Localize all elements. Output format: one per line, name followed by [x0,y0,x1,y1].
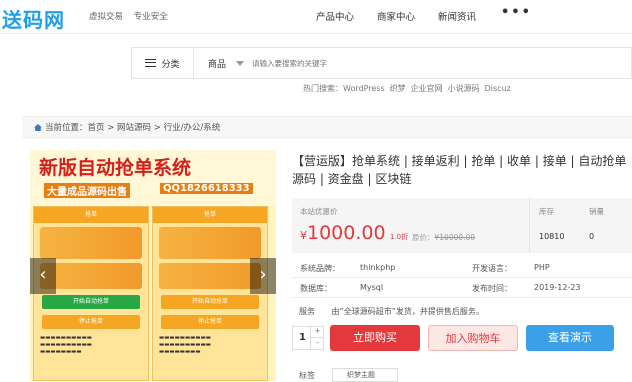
search-bar: 分类 商品 [131,47,632,79]
tag-label: 标签 [299,371,315,380]
service-label: 服务 [299,307,315,316]
phone-header: 抢单 [153,207,267,223]
product-title: 【营运版】抢单系统 | 接单返利 | 抢单 | 收单 | 接单 | 自动抢单源码… [292,154,627,186]
spec-key: 系统品牌： [300,264,340,273]
nav-news[interactable]: 新闻资讯 [438,9,476,23]
slogan-2: 专业安全 [133,12,168,22]
phone-card [159,227,261,259]
view-demo-button[interactable]: 查看演示 [526,325,614,351]
spec-value: thinkphp [360,263,396,272]
spec-key: 开发语言： [472,264,512,273]
phone-stop-button: 停止抢单 [42,315,140,329]
home-icon [34,123,42,131]
gallery-banner: 新版自动抢单系统 大量成品源码出售 QQ1826618333 [30,150,276,206]
nav-products[interactable]: 产品中心 [316,9,354,23]
price-value: 1000.00 [307,222,386,244]
phone-start-button: 开始自动抢单 [42,295,140,309]
service-text: 由“全球源码超市”发货，并提供售后服务。 [331,307,484,316]
spec-table: 系统品牌： thinkphp 开发语言： PHP 数据库： Mysql 发布时间… [292,258,632,298]
gallery-next-arrow[interactable]: › [250,258,276,294]
service-info: 服务 由“全球源码超市”发货，并提供售后服务。 [299,306,484,317]
category-label: 分类 [161,59,180,70]
spec-key: 发布时间： [472,284,512,293]
quantity-decrease-button[interactable]: - [310,338,324,350]
buy-now-button[interactable]: 立即购买 [330,325,420,351]
phone-start-button: 开始自动抢单 [161,295,259,309]
tag-chip[interactable]: 织梦主题 [332,368,398,382]
spec-row: 数据库： Mysql 发布时间： 2019-12-23 [292,278,632,298]
quantity-increase-button[interactable]: + [310,326,324,338]
search-type-select[interactable]: 商品 [208,57,226,70]
stock-label: 库存 [539,207,554,216]
discount-badge: 1.0折 [390,233,409,241]
phone-header: 抢单 [34,207,148,223]
top-bar: 送码网 虚拟交易 专业安全 产品中心 商家中心 新闻资讯 ••• [0,0,632,34]
hot-term[interactable]: Discuz [485,84,511,93]
original-price: 原价：¥10000.00 [412,232,475,243]
site-logo[interactable]: 送码网 [2,4,65,33]
currency-symbol: ¥ [300,229,307,242]
spec-row: 系统品牌： thinkphp 开发语言： PHP [292,258,632,278]
search-input[interactable] [252,54,622,72]
hot-term[interactable]: 小说源码 [448,84,480,93]
phone-card [40,227,142,259]
sales-label: 销量 [589,207,604,216]
gallery-prev-arrow[interactable]: ‹ [30,258,56,294]
slogan: 虚拟交易 专业安全 [89,10,168,22]
spec-key: 数据库： [300,284,332,293]
add-to-cart-button[interactable]: 加入购物车 [428,325,518,351]
phone-text: ▬▬▬▬▬▬▬▬▬▬ ▬▬▬▬▬▬▬▬▬▬ ▬▬▬▬▬▬▬▬ [40,335,92,355]
price: ¥1000.00 [300,222,386,244]
hot-term[interactable]: 企业官网 [411,84,443,93]
nav-merchant[interactable]: 商家中心 [377,9,415,23]
banner-title: 新版自动抢单系统 [39,157,192,179]
breadcrumb-prefix: 当前位置： [45,123,88,133]
banner-subtitle: 大量成品源码出售 [44,183,130,198]
breadcrumb-path[interactable]: 首页 > 网站源码 > 行业/办公/系统 [88,121,221,133]
phone-text: ▬▬▬▬▬▬▬▬▬▬ ▬▬▬▬▬▬▬▬▬▬ ▬▬▬▬▬▬▬▬ [159,335,211,355]
original-price-value: ¥10000.00 [434,233,476,242]
chevron-down-icon[interactable] [236,61,244,66]
spec-value: PHP [534,263,550,272]
phone-stop-button: 停止抢单 [161,315,259,329]
sales-value: 0 [589,232,595,241]
hot-term[interactable]: WordPress [343,84,385,93]
divider [529,198,530,253]
spec-value: 2019-12-23 [534,283,581,292]
hot-term[interactable]: 织梦 [390,84,406,93]
breadcrumb: 当前位置： 首页 > 网站源码 > 行业/办公/系统 [22,116,632,138]
phone-card [159,263,261,289]
banner-qq: QQ1826618333 [160,183,253,194]
price-label: 本站优惠价 [300,207,338,216]
price-box: 本站优惠价 ¥1000.00 1.0折 原价：¥10000.00 库存 销量 1… [292,198,632,253]
category-button[interactable]: 分类 [132,48,194,78]
product-gallery[interactable]: 新版自动抢单系统 大量成品源码出售 QQ1826618333 抢单 开始自动抢单… [30,150,276,381]
menu-icon [145,59,157,67]
more-menu-icon[interactable]: ••• [501,5,532,20]
stock-value: 10810 [539,232,565,241]
hot-search-label: 热门搜索： [303,84,343,93]
spec-value: Mysql [360,283,384,292]
slogan-1: 虚拟交易 [89,12,124,22]
hot-search: 热门搜索：WordPress 织梦 企业官网 小说源码 Discuz [303,83,516,94]
original-price-label: 原价： [412,233,435,242]
